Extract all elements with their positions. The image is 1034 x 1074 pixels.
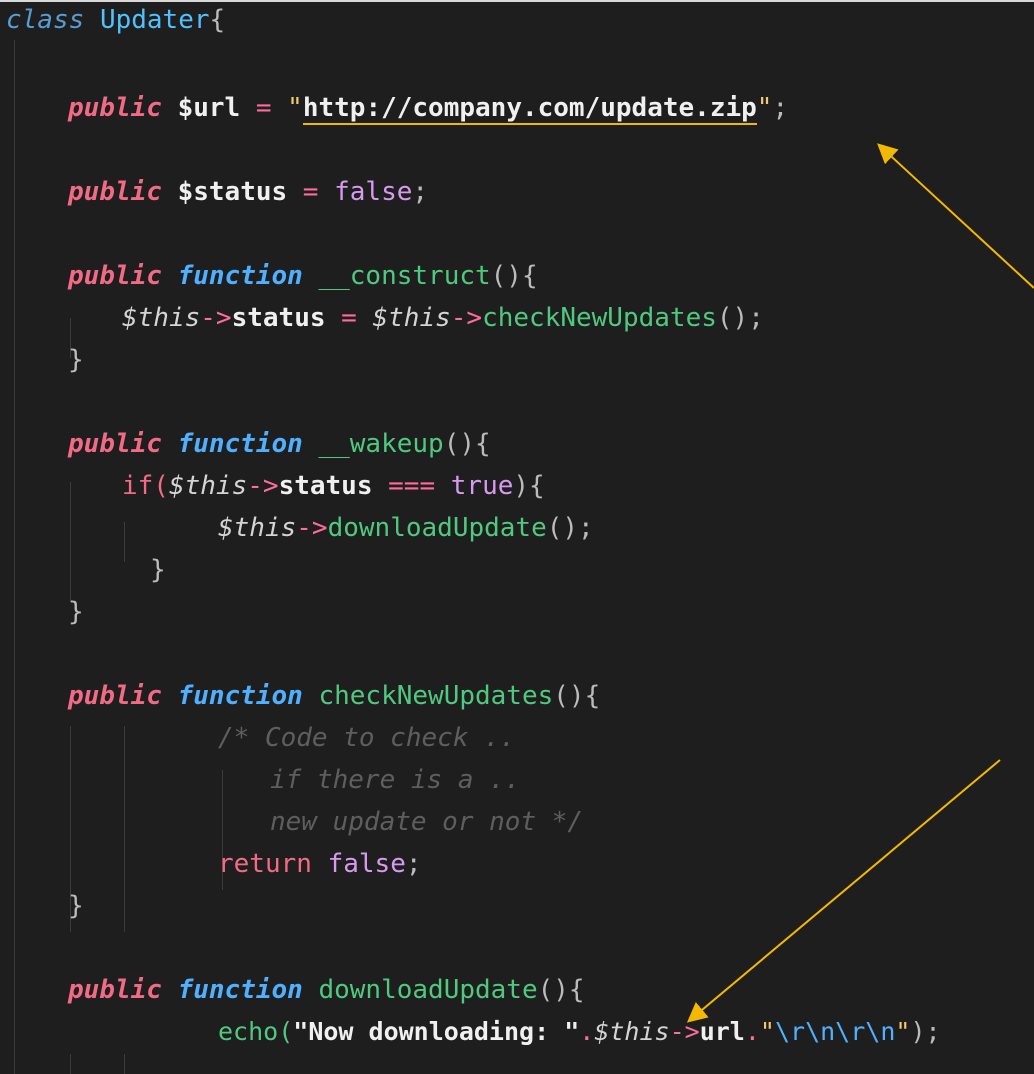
arrow-to-url-string <box>877 143 1034 289</box>
annotation-overlay <box>686 143 1034 1023</box>
arrow-to-downloadupdate-function <box>686 759 1001 1023</box>
code-editor[interactable]: class Updater{ public $url = "http://com… <box>0 0 1034 1074</box>
